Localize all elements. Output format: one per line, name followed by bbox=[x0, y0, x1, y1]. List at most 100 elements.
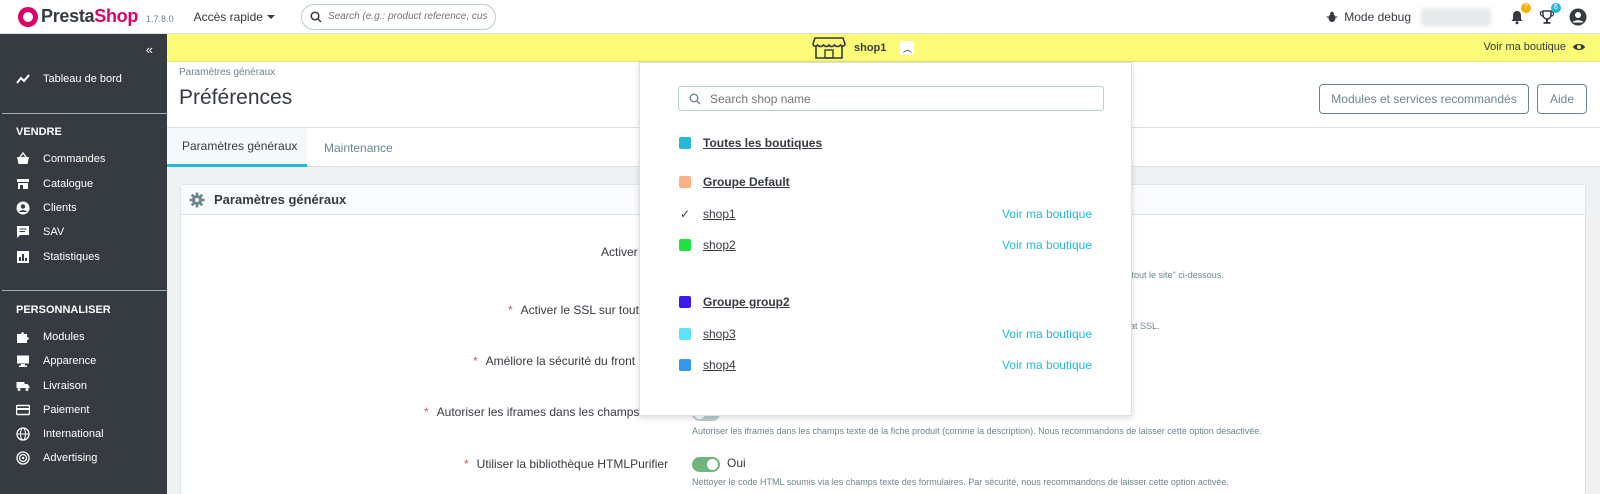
sidebar-item-label: Catalogue bbox=[43, 178, 94, 190]
search-icon bbox=[689, 93, 701, 104]
sidebar-item-shipping[interactable]: Livraison bbox=[16, 379, 87, 393]
shop2-option[interactable]: shop2 bbox=[679, 238, 736, 252]
truck-icon bbox=[16, 382, 30, 391]
quick-access-menu[interactable]: Accès rapide bbox=[194, 10, 275, 24]
help-button[interactable]: Aide bbox=[1537, 84, 1587, 114]
page-title: Préférences bbox=[179, 86, 293, 109]
sidebar-item-label: SAV bbox=[43, 226, 65, 238]
view-shop-link[interactable]: Voir ma boutique bbox=[1483, 41, 1586, 53]
bug-icon bbox=[1326, 11, 1338, 22]
shop3-option[interactable]: shop3 bbox=[679, 327, 736, 341]
color-swatch bbox=[679, 359, 691, 371]
sidebar-item-catalog[interactable]: Catalogue bbox=[16, 177, 93, 191]
tab-general-settings[interactable]: Paramètres généraux bbox=[167, 128, 307, 167]
shop4-option[interactable]: shop4 bbox=[679, 358, 736, 372]
achievements-button[interactable]: 6 bbox=[1539, 3, 1561, 25]
basket-icon bbox=[17, 152, 29, 164]
shop-search[interactable] bbox=[678, 86, 1104, 111]
current-shop-name: shop1 bbox=[854, 42, 887, 54]
quick-access-label: Accès rapide bbox=[193, 9, 263, 24]
view-shop-link[interactable]: Voir ma boutique bbox=[1002, 238, 1092, 252]
color-swatch bbox=[679, 176, 691, 188]
notifications-button[interactable]: 7 bbox=[1509, 3, 1531, 25]
sidebar-item-advertising[interactable]: Advertising bbox=[16, 451, 97, 465]
shop-label: shop4 bbox=[703, 358, 736, 372]
chevron-up-icon[interactable]: ︿ bbox=[900, 41, 915, 55]
sidebar: « Tableau de bord VENDRE Commandes Catal… bbox=[0, 34, 169, 494]
sidebar-item-modules[interactable]: Modules bbox=[16, 330, 85, 344]
shop-label: shop2 bbox=[703, 238, 736, 252]
recommended-modules-button[interactable]: Modules et services recommandés bbox=[1319, 84, 1529, 114]
help-text: Nettoyer le code HTML soumis via les cha… bbox=[692, 477, 1229, 487]
brand-name-part1: Presta bbox=[41, 6, 95, 26]
chat-icon bbox=[17, 226, 29, 238]
htmlpurifier-toggle[interactable] bbox=[692, 457, 720, 472]
multishop-bar: shop1 ︿ Voir ma boutique bbox=[167, 34, 1600, 62]
view-shop-label: Voir ma boutique bbox=[1483, 41, 1566, 53]
sidebar-item-customers[interactable]: Clients bbox=[16, 201, 77, 215]
bar-chart-icon bbox=[17, 251, 29, 263]
sidebar-item-international[interactable]: International bbox=[16, 427, 104, 441]
group2-option[interactable]: Groupe group2 bbox=[679, 295, 790, 309]
header-search[interactable] bbox=[300, 3, 496, 30]
account-circle-icon bbox=[16, 201, 30, 215]
brand-name-part2: Shop bbox=[94, 6, 139, 26]
caret-down-icon bbox=[266, 14, 275, 19]
group-default-option[interactable]: Groupe Default bbox=[679, 175, 790, 189]
sidebar-item-label: Livraison bbox=[43, 380, 88, 392]
collapse-sidebar-icon[interactable]: « bbox=[146, 42, 153, 57]
tab-maintenance[interactable]: Maintenance bbox=[324, 128, 424, 167]
sidebar-item-appearance[interactable]: Apparence bbox=[16, 354, 96, 368]
credit-card-icon bbox=[16, 404, 30, 416]
color-swatch bbox=[679, 296, 691, 308]
sidebar-item-label: Advertising bbox=[43, 452, 98, 464]
shop-label: shop3 bbox=[703, 327, 736, 341]
form-label: * Autoriser les iframes dans les champs H… bbox=[424, 405, 676, 419]
sidebar-item-stats[interactable]: Statistiques bbox=[16, 250, 100, 264]
shop1-option[interactable]: ✓ shop1 bbox=[679, 207, 736, 221]
shop-dropdown: Toutes les boutiques Groupe Default ✓ sh… bbox=[639, 62, 1132, 416]
sidebar-item-dashboard[interactable]: Tableau de bord bbox=[16, 72, 122, 86]
check-icon: ✓ bbox=[679, 207, 691, 221]
sidebar-item-label: Clients bbox=[43, 202, 77, 214]
breadcrumb[interactable]: Paramètres généraux bbox=[179, 67, 275, 78]
prestashop-logo[interactable]: PrestaShop bbox=[18, 6, 138, 27]
sidebar-item-payment[interactable]: Paiement bbox=[16, 403, 89, 417]
all-shops-option[interactable]: Toutes les boutiques bbox=[679, 136, 822, 150]
notification-badge: 7 bbox=[1521, 3, 1531, 13]
shop-search-input[interactable] bbox=[710, 91, 1090, 106]
sidebar-item-label: Modules bbox=[43, 331, 85, 343]
color-swatch bbox=[679, 328, 691, 340]
form-label: Activer bbox=[601, 245, 638, 259]
debug-mode-label: Mode debug bbox=[1344, 10, 1411, 24]
group2-label: Groupe group2 bbox=[703, 295, 790, 309]
eye-icon bbox=[1573, 44, 1585, 50]
sidebar-section-sell: VENDRE bbox=[16, 126, 62, 138]
version-label: 1.7.8.0 bbox=[146, 13, 174, 24]
sidebar-section-customize: PERSONNALISER bbox=[16, 304, 111, 316]
user-avatar-icon[interactable] bbox=[1569, 8, 1587, 26]
sidebar-item-label: International bbox=[43, 428, 104, 440]
htmlpurifier-toggle-value: Oui bbox=[727, 456, 746, 470]
search-icon bbox=[310, 10, 322, 23]
sidebar-divider bbox=[2, 113, 169, 114]
target-icon bbox=[16, 451, 30, 465]
shop-selector[interactable]: shop1 ︿ bbox=[812, 37, 915, 59]
form-label: * Utiliser la bibliothèque HTMLPurifier bbox=[464, 457, 669, 471]
view-shop-link[interactable]: Voir ma boutique bbox=[1002, 358, 1092, 372]
all-shops-label: Toutes les boutiques bbox=[703, 136, 823, 150]
sidebar-item-orders[interactable]: Commandes bbox=[16, 152, 105, 166]
prestashop-logo-icon bbox=[18, 6, 38, 27]
view-shop-link[interactable]: Voir ma boutique bbox=[1002, 327, 1092, 341]
debug-mode-indicator[interactable]: Mode debug bbox=[1326, 10, 1411, 24]
shop-label: shop1 bbox=[703, 207, 736, 221]
header-search-input[interactable] bbox=[327, 11, 488, 22]
view-shop-link[interactable]: Voir ma boutique bbox=[1002, 207, 1092, 221]
form-label: * Améliore la sécurité du front bbox=[473, 354, 636, 368]
sidebar-item-label: Statistiques bbox=[43, 251, 100, 263]
sidebar-item-label: Tableau de bord bbox=[43, 73, 122, 85]
shop-name-blurred bbox=[1421, 8, 1491, 26]
desktop-icon bbox=[17, 355, 29, 367]
sidebar-item-sav[interactable]: SAV bbox=[16, 225, 64, 239]
top-header: PrestaShop 1.7.8.0 Accès rapide Mode deb… bbox=[0, 0, 1600, 34]
